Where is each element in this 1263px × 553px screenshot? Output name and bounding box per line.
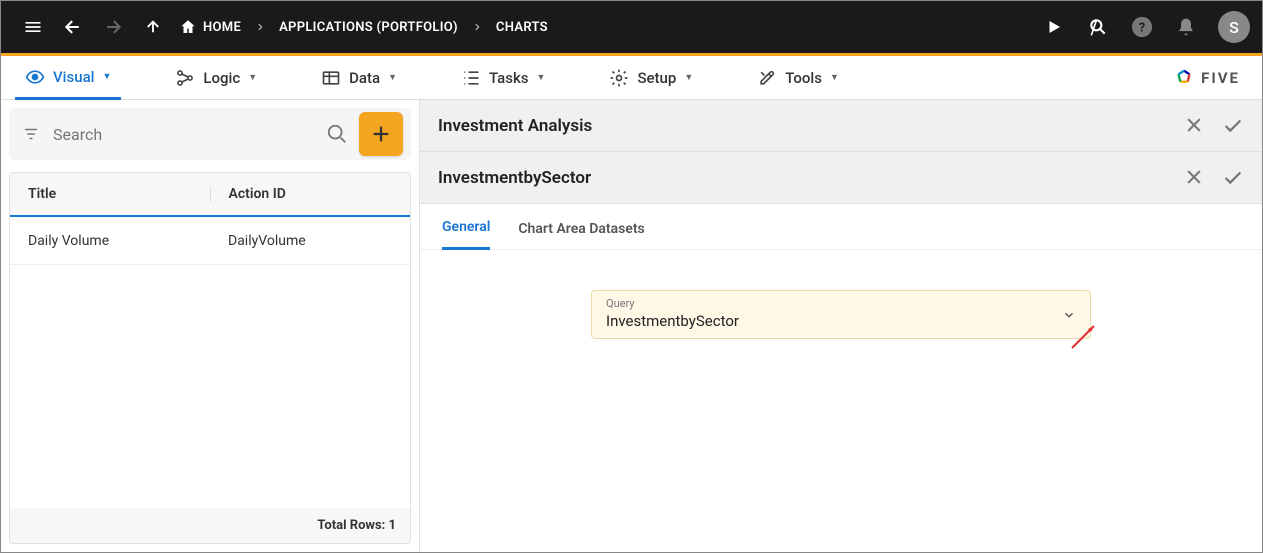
search-bar (9, 108, 411, 160)
avatar-initial: S (1229, 18, 1239, 37)
grid-body: Daily Volume DailyVolume (10, 217, 410, 508)
workspace: Title Action ID Daily Volume DailyVolume… (1, 100, 1262, 552)
annotation-arrow-icon (1066, 324, 1096, 354)
svg-text:?: ? (1139, 21, 1145, 36)
notifications-button[interactable] (1166, 7, 1206, 47)
query-label: Query (606, 297, 1076, 310)
tab-logic[interactable]: Logic ▼ (165, 56, 267, 99)
user-avatar[interactable]: S (1218, 11, 1250, 43)
main-tabbar: Visual ▼ Logic ▼ Data ▼ Tasks ▼ Setup ▼ … (1, 56, 1262, 100)
cell-action: DailyVolume (210, 233, 410, 249)
chevron-icon (247, 22, 273, 32)
breadcrumb-charts[interactable]: CHARTS (490, 1, 554, 53)
close-icon[interactable] (1184, 167, 1204, 189)
sub-tabs: General Chart Area Datasets (420, 204, 1262, 250)
up-button[interactable] (133, 7, 173, 47)
inspect-button[interactable] (1078, 7, 1118, 47)
confirm-icon[interactable] (1222, 167, 1244, 189)
tab-tools-label: Tools (785, 69, 822, 87)
breadcrumb-charts-label: CHARTS (496, 20, 548, 35)
breadcrumb-home[interactable]: HOME (173, 1, 247, 53)
query-dropdown[interactable]: Query InvestmentbySector (591, 290, 1091, 339)
chevron-down-icon: ▼ (830, 72, 839, 83)
add-button[interactable] (359, 112, 403, 156)
list-grid: Title Action ID Daily Volume DailyVolume… (9, 172, 411, 544)
chevron-down-icon: ▼ (537, 72, 546, 83)
search-input[interactable] (53, 125, 315, 144)
menu-button[interactable] (13, 7, 53, 47)
breadcrumb-apps-label: APPLICATIONS (PORTFOLIO) (279, 20, 458, 35)
confirm-icon[interactable] (1222, 115, 1244, 137)
breadcrumb-home-label: HOME (203, 20, 241, 35)
tab-setup-label: Setup (637, 69, 676, 87)
run-button[interactable] (1034, 7, 1074, 47)
breadcrumb-applications[interactable]: APPLICATIONS (PORTFOLIO) (273, 1, 464, 53)
panel-header-2: InvestmentbySector (420, 152, 1262, 204)
subtab-general[interactable]: General (442, 219, 490, 250)
col-action-id[interactable]: Action ID (211, 186, 411, 202)
brand-logo: FIVE (1173, 67, 1248, 89)
tab-visual[interactable]: Visual ▼ (15, 57, 121, 100)
top-bar: HOME APPLICATIONS (PORTFOLIO) CHARTS ? S (1, 1, 1262, 53)
tab-logic-label: Logic (203, 69, 240, 87)
forward-button[interactable] (93, 7, 133, 47)
tab-data[interactable]: Data ▼ (311, 56, 407, 99)
chevron-down-icon (1062, 308, 1076, 322)
subtab-datasets[interactable]: Chart Area Datasets (518, 221, 644, 249)
detail-pane: Investment Analysis InvestmentbySector (419, 100, 1262, 552)
cell-title: Daily Volume (10, 233, 210, 249)
chevron-down-icon: ▼ (388, 72, 397, 83)
query-value: InvestmentbySector (606, 312, 1076, 330)
close-icon[interactable] (1184, 115, 1204, 137)
tab-tasks[interactable]: Tasks ▼ (451, 56, 555, 99)
panel-title-2: InvestmentbySector (438, 168, 591, 188)
panel-header-1: Investment Analysis (420, 100, 1262, 152)
chevron-icon (464, 22, 490, 32)
chevron-down-icon: ▼ (102, 71, 111, 82)
search-icon[interactable] (323, 123, 351, 145)
back-button[interactable] (53, 7, 93, 47)
filter-icon[interactable] (17, 125, 45, 143)
table-row[interactable]: Daily Volume DailyVolume (10, 217, 410, 265)
col-title[interactable]: Title (10, 186, 211, 202)
grid-header: Title Action ID (10, 173, 410, 217)
tab-setup[interactable]: Setup ▼ (599, 56, 703, 99)
grid-footer: Total Rows: 1 (10, 508, 410, 543)
tab-data-label: Data (349, 69, 380, 87)
help-button[interactable]: ? (1122, 7, 1162, 47)
tab-visual-label: Visual (53, 68, 94, 86)
chevron-down-icon: ▼ (684, 72, 693, 83)
chevron-down-icon: ▼ (248, 72, 257, 83)
tab-tasks-label: Tasks (489, 69, 529, 87)
form-area: Query InvestmentbySector (420, 250, 1262, 379)
brand-text: FIVE (1201, 69, 1240, 87)
tab-tools[interactable]: Tools ▼ (747, 56, 849, 99)
panel-title-1: Investment Analysis (438, 116, 592, 136)
five-logo-icon (1173, 67, 1195, 89)
list-pane: Title Action ID Daily Volume DailyVolume… (1, 100, 419, 552)
